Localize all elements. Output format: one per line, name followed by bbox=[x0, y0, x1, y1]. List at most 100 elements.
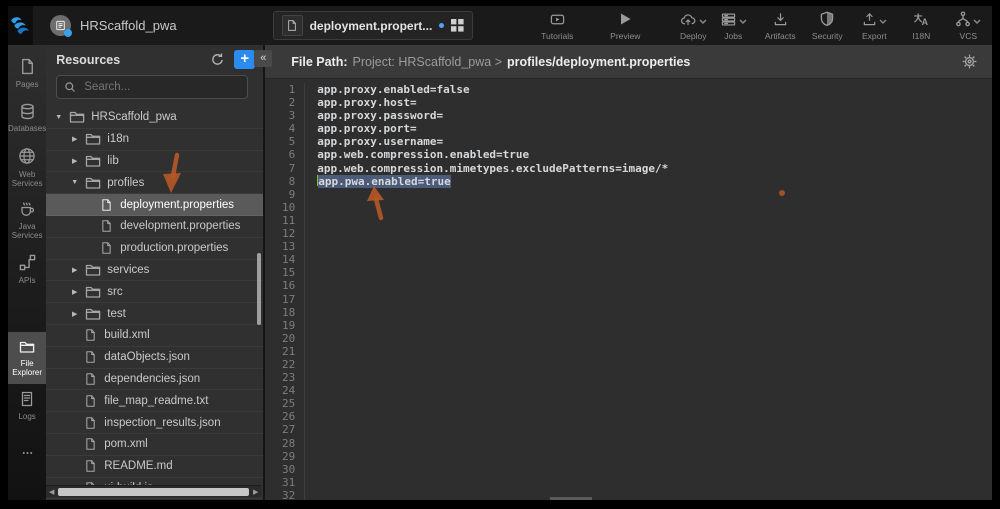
expand-arrow-icon[interactable]: ▶ bbox=[70, 288, 79, 296]
tree-item[interactable]: file_map_readme.txt bbox=[46, 390, 263, 412]
tree-item[interactable]: dataObjects.json bbox=[46, 347, 263, 369]
tree-item[interactable]: ▶services bbox=[46, 260, 263, 282]
sidebar-item-web-services[interactable]: WebServices bbox=[8, 140, 46, 194]
globe-icon bbox=[18, 147, 36, 168]
scroll-left-icon[interactable]: ◀ bbox=[46, 488, 57, 496]
tree-item[interactable]: dependencies.json bbox=[46, 369, 263, 391]
jobs-button[interactable]: Jobs bbox=[713, 8, 753, 43]
line-number: 31 bbox=[265, 476, 305, 489]
chevron-down-icon[interactable] bbox=[973, 17, 981, 27]
artifacts-button[interactable]: Artifacts bbox=[760, 8, 800, 43]
line-text bbox=[305, 279, 317, 292]
security-button[interactable]: Security bbox=[807, 8, 847, 43]
tree-item[interactable]: ▶test bbox=[46, 303, 263, 325]
file-icon bbox=[84, 459, 99, 473]
file-path-file: profiles/deployment.properties bbox=[507, 55, 690, 69]
code-line: 19 bbox=[265, 319, 992, 332]
collapse-arrow-icon[interactable]: ▼ bbox=[54, 114, 63, 121]
tree-item[interactable]: inspection_results.json bbox=[46, 412, 263, 434]
code-line: 31 bbox=[265, 476, 992, 489]
expand-arrow-icon[interactable]: ▶ bbox=[70, 135, 79, 143]
code-editor[interactable]: 1app.proxy.enabled=false2app.proxy.host=… bbox=[265, 79, 992, 500]
tree-item-label: i18n bbox=[107, 133, 129, 145]
chevron-down-icon[interactable] bbox=[739, 17, 747, 27]
tree-item[interactable]: README.md bbox=[46, 456, 263, 478]
i18n-button[interactable]: AI18N bbox=[901, 8, 941, 43]
tree-horizontal-scrollbar[interactable]: ◀ ▶ bbox=[46, 485, 261, 497]
export-button[interactable]: Export bbox=[854, 8, 894, 43]
line-number: 25 bbox=[265, 397, 305, 410]
deploy-button[interactable]: Deploy bbox=[673, 8, 713, 43]
line-number: 19 bbox=[265, 319, 305, 332]
editor-settings-gear-icon[interactable] bbox=[961, 53, 978, 70]
folder-icon bbox=[84, 284, 102, 300]
line-text bbox=[305, 489, 317, 500]
sidebar-item-label: APIs bbox=[19, 277, 36, 286]
project-chip[interactable]: HRScaffold_pwa bbox=[50, 15, 177, 36]
file-icon bbox=[100, 198, 115, 212]
chevron-down-icon[interactable] bbox=[879, 17, 887, 27]
open-file-tab[interactable]: deployment.propert... bbox=[273, 11, 474, 40]
svg-text:A: A bbox=[922, 17, 929, 27]
grid-icon[interactable] bbox=[451, 19, 464, 32]
sidebar-item-databases[interactable]: Databases bbox=[8, 96, 46, 141]
code-line: 18 bbox=[265, 306, 992, 319]
sidebar-item-logs[interactable]: Logs bbox=[8, 384, 46, 428]
tree-item[interactable]: pom.xml bbox=[46, 434, 263, 456]
expand-arrow-icon[interactable]: ▶ bbox=[70, 157, 79, 165]
line-text bbox=[305, 214, 317, 227]
code-line: 4app.proxy.port= bbox=[265, 122, 992, 135]
tree-item[interactable]: ▼HRScaffold_pwa bbox=[46, 107, 263, 129]
tree-item[interactable]: ▶ i18n bbox=[46, 129, 263, 151]
sidebar-item-java-services[interactable]: JavaServices bbox=[8, 195, 46, 247]
sidebar-item-apis[interactable]: APIs bbox=[8, 247, 46, 292]
editor-horizontal-scrollbar[interactable] bbox=[550, 497, 592, 500]
preview-button[interactable]: Preview bbox=[605, 8, 645, 43]
refresh-icon[interactable] bbox=[210, 52, 225, 67]
sidebar-item-more[interactable] bbox=[8, 440, 46, 468]
add-resource-button[interactable]: + bbox=[234, 50, 255, 69]
search-box[interactable] bbox=[56, 75, 248, 99]
sidebar-item-label: FileExplorer bbox=[12, 360, 42, 378]
collapse-panel-button[interactable]: « bbox=[254, 50, 272, 67]
expand-arrow-icon[interactable]: ▶ bbox=[70, 310, 79, 318]
file-path-project: Project: HRScaffold_pwa > bbox=[353, 55, 503, 69]
code-line: 16 bbox=[265, 279, 992, 292]
scrollbar-thumb[interactable] bbox=[58, 488, 249, 496]
search-input[interactable] bbox=[82, 80, 240, 94]
tutorials-button[interactable]: Tutorials bbox=[537, 8, 577, 43]
file-icon bbox=[84, 437, 99, 451]
tree-item[interactable]: ▶lib bbox=[46, 151, 263, 173]
settings-button[interactable]: Settings bbox=[995, 8, 1000, 43]
code-line: 1app.proxy.enabled=false bbox=[265, 83, 992, 96]
tree-item[interactable]: ▶src bbox=[46, 281, 263, 303]
tree-item[interactable]: ▼profiles bbox=[46, 172, 263, 194]
sidebar-item-label: JavaServices bbox=[12, 223, 43, 241]
line-number: 6 bbox=[265, 148, 305, 161]
scroll-right-icon[interactable]: ▶ bbox=[250, 488, 261, 496]
tree-item[interactable]: deployment.properties bbox=[46, 194, 263, 216]
translate-icon: A bbox=[912, 12, 930, 29]
tree-item-label: deployment.properties bbox=[120, 199, 234, 211]
file-icon bbox=[84, 372, 99, 386]
tree-item[interactable]: production.properties bbox=[46, 238, 263, 260]
collapse-arrow-icon[interactable]: ▼ bbox=[70, 179, 79, 186]
line-number: 24 bbox=[265, 384, 305, 397]
sidebar-item-pages[interactable]: Pages bbox=[8, 51, 46, 96]
chevron-down-icon[interactable] bbox=[699, 17, 707, 27]
line-text bbox=[305, 201, 317, 214]
code-line: 13 bbox=[265, 240, 992, 253]
expand-arrow-icon[interactable]: ▶ bbox=[70, 266, 79, 274]
sidebar-item-file-explorer[interactable]: FileExplorer bbox=[8, 332, 46, 384]
code-line: 11 bbox=[265, 214, 992, 227]
tree-vertical-scrollbar[interactable] bbox=[257, 253, 261, 325]
file-icon bbox=[84, 350, 99, 364]
line-number: 3 bbox=[265, 109, 305, 122]
line-number: 9 bbox=[265, 188, 305, 201]
vcs-button[interactable]: VCS bbox=[948, 8, 988, 43]
tree-item[interactable]: build.xml bbox=[46, 325, 263, 347]
wavemaker-logo[interactable] bbox=[8, 6, 33, 45]
line-text: app.proxy.username= bbox=[305, 135, 443, 148]
line-text bbox=[305, 253, 317, 266]
tree-item[interactable]: development.properties bbox=[46, 216, 263, 238]
